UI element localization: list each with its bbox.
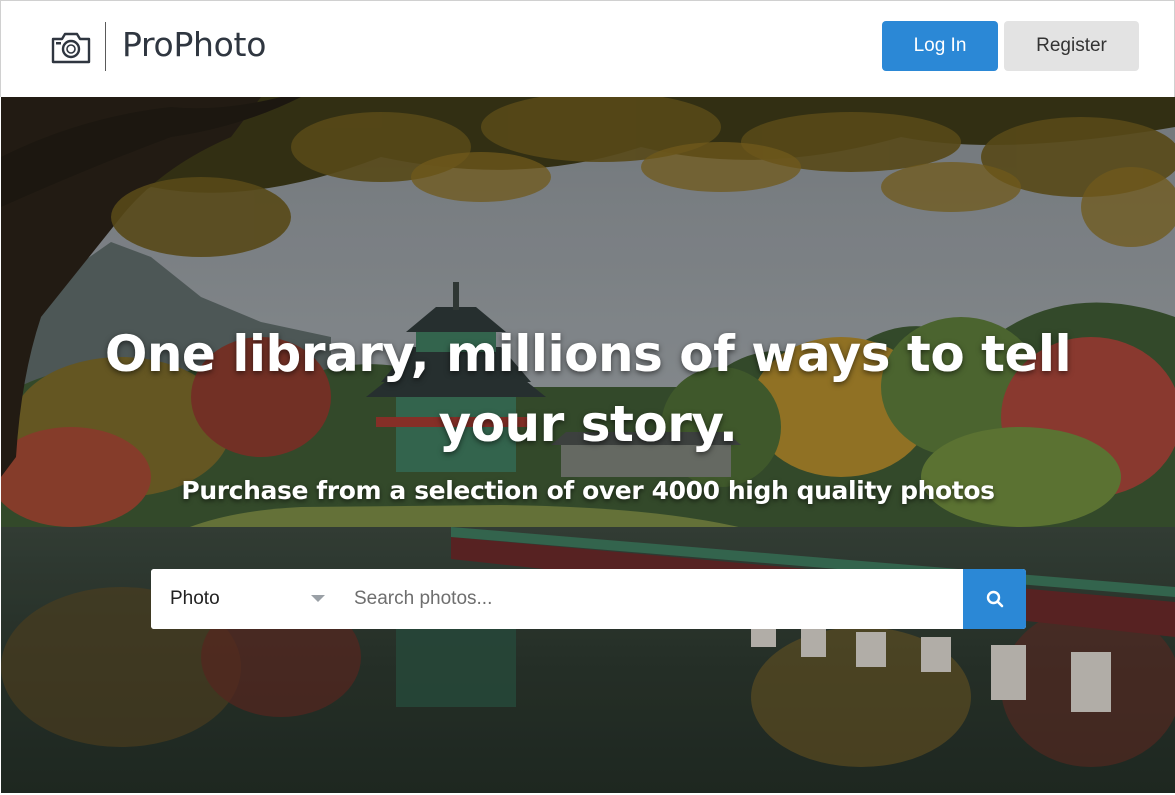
logo-divider — [105, 22, 106, 71]
chevron-down-icon — [311, 595, 325, 602]
hero-subheadline: Purchase from a selection of over 4000 h… — [181, 476, 995, 505]
search-button[interactable] — [963, 569, 1026, 629]
register-button[interactable]: Register — [1004, 21, 1139, 71]
search-icon — [986, 590, 1003, 608]
camera-icon[interactable] — [50, 29, 92, 65]
hero-headline: One library, millions of ways to tell yo… — [104, 325, 1072, 453]
category-select[interactable]: Photo — [151, 569, 339, 629]
brand-name[interactable]: ProPhoto — [122, 25, 266, 64]
category-select-value: Photo — [170, 588, 220, 609]
login-button[interactable]: Log In — [882, 21, 998, 71]
search-bar: Photo — [151, 569, 1026, 629]
hero-section: One library, millions of ways to tell yo… — [1, 97, 1175, 793]
site-header: ProPhoto Log In Register — [0, 0, 1175, 97]
search-input[interactable] — [339, 569, 963, 629]
